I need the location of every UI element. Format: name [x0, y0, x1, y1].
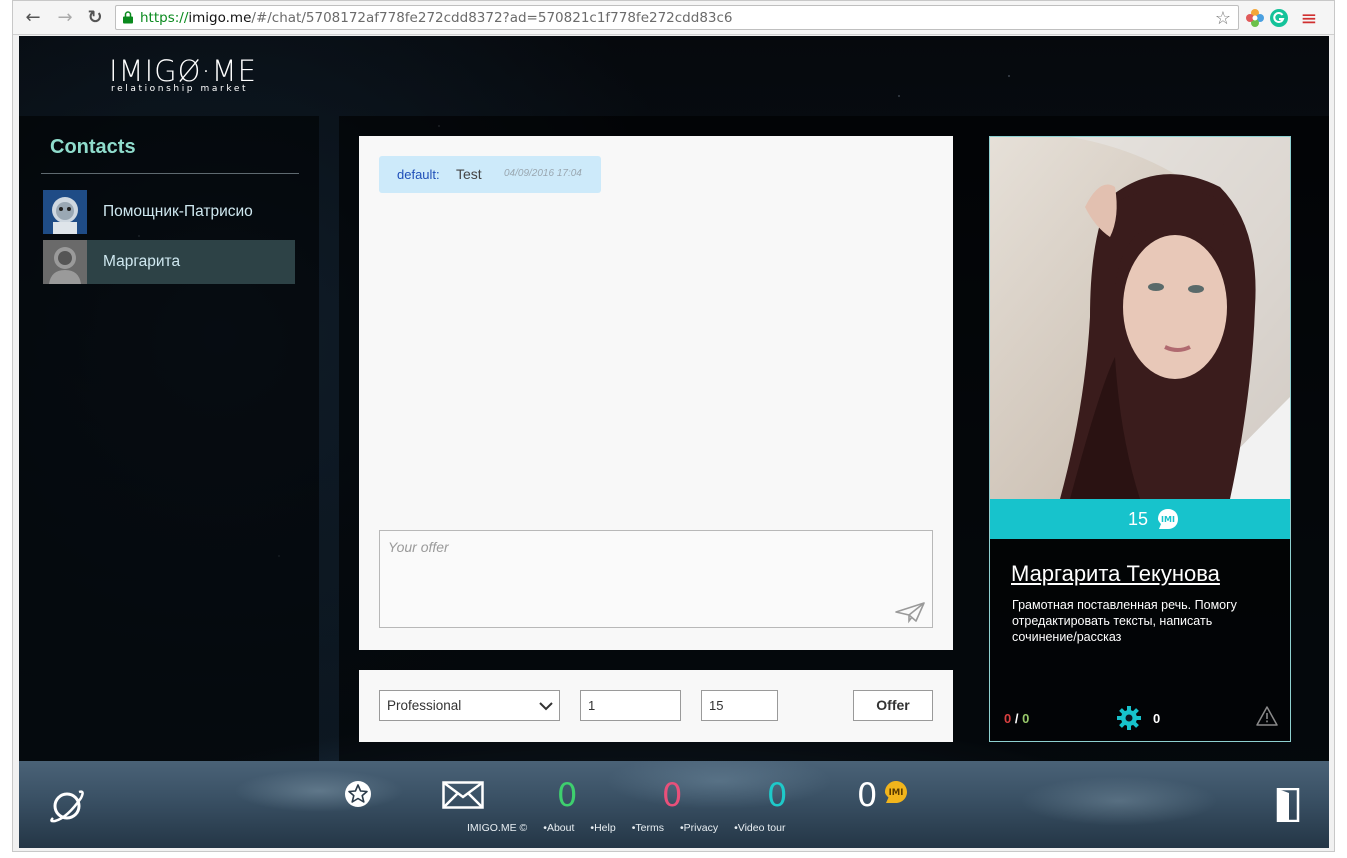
url-host: imigo.me [188, 10, 252, 26]
footer-copyright: IMIGO.ME © [467, 822, 528, 834]
counter-imi-balance[interactable]: 0 [857, 776, 877, 814]
footer-link-terms[interactable]: Terms [635, 822, 664, 834]
counter-green[interactable]: 0 [557, 776, 577, 814]
offer-button[interactable]: Offer [853, 690, 933, 721]
contacts-divider [41, 173, 299, 174]
quantity-field[interactable]: 1 [580, 690, 681, 721]
profile-description: Грамотная поставленная речь. Помогу отре… [1012, 598, 1237, 644]
profile-name-link[interactable]: Маргарита Текунова [1011, 561, 1220, 587]
bookmark-star-icon[interactable]: ☆ [1212, 7, 1234, 29]
lock-icon [123, 11, 133, 24]
rating-positive: 0 [1022, 711, 1030, 726]
footer-link-privacy[interactable]: Privacy [684, 822, 718, 834]
planet-icon[interactable] [47, 786, 87, 826]
send-paper-plane-icon[interactable] [894, 600, 926, 624]
url-path: /#/chat/5708172af778fe272cdd8372?ad=5708… [251, 10, 733, 26]
imigo-app: IMIGØ·ME relationship market Contacts По… [19, 36, 1329, 848]
message-text: Test [456, 166, 482, 182]
contacts-title: Contacts [50, 136, 136, 158]
offer-textarea-wrap [379, 530, 933, 628]
message-sender: default: [397, 167, 440, 182]
browser-window: ← → ↻ https://imigo.me/#/chat/5708172af7… [12, 0, 1335, 852]
category-select[interactable]: Professional [379, 690, 560, 721]
browser-toolbar: ← → ↻ https://imigo.me/#/chat/5708172af7… [13, 1, 1334, 35]
report-warning-icon[interactable] [1256, 706, 1278, 726]
imi-coin-icon: IMI [1158, 509, 1178, 529]
footer-link-help[interactable]: Help [594, 822, 616, 834]
contacts-sidebar: Contacts Помощник-Патрисио Маргарита [19, 116, 319, 761]
footer-links: IMIGO.ME © •About •Help •Terms •Privacy •Vide… [467, 822, 785, 834]
chat-area: default: Test 04/09/2016 17:04 Professio… [339, 116, 1329, 761]
chat-panel: default: Test 04/09/2016 17:04 [359, 136, 953, 650]
flower-extension-icon[interactable] [1245, 8, 1265, 28]
profile-price: 15 [1128, 509, 1149, 529]
star-badge-icon[interactable] [344, 780, 372, 808]
contact-name: Маргарита [103, 253, 181, 270]
logo-wordmark: IMIGØ·ME [109, 54, 257, 88]
footer-bar: 0 0 0 0 IMI IMIGO.ME © •About •Help •Terms •… [19, 761, 1329, 848]
chevron-down-icon [539, 702, 553, 711]
profile-photo[interactable] [990, 137, 1290, 499]
default-astronaut-avatar [43, 240, 87, 284]
mail-icon[interactable] [442, 781, 484, 809]
forward-button[interactable]: → [53, 6, 77, 30]
footer-link-video-tour[interactable]: Video tour [738, 822, 786, 834]
imi-coin-icon: IMI [885, 781, 907, 803]
chat-message: default: Test 04/09/2016 17:04 [379, 156, 601, 193]
svg-text:IMI: IMI [1161, 515, 1175, 524]
astronaut-cat-avatar [43, 190, 87, 234]
category-select-value: Professional [387, 698, 462, 713]
gear-count: 0 [1153, 711, 1161, 726]
profile-card: 15 IMI Маргарита Текунова Грамотная пост… [989, 136, 1291, 742]
rating-separator: / [1011, 711, 1023, 726]
back-button[interactable]: ← [21, 6, 45, 30]
counter-cyan[interactable]: 0 [767, 776, 787, 814]
price-bar: 15 IMI [990, 499, 1290, 539]
rating-stat: 0 / 0 [1004, 711, 1029, 726]
message-timestamp: 04/09/2016 17:04 [504, 168, 582, 179]
svg-text:IMI: IMI [889, 788, 904, 798]
contact-name: Помощник-Патрисио [103, 203, 253, 220]
price-field[interactable]: 15 [701, 690, 778, 721]
footer-link-about[interactable]: About [547, 822, 574, 834]
url-scheme: https:// [140, 10, 189, 26]
url-text[interactable]: https://imigo.me/#/chat/5708172af778fe27… [140, 10, 733, 26]
gear-icon[interactable] [1116, 705, 1142, 731]
offer-bar: Professional 1 15 Offer [359, 670, 953, 742]
offer-textarea[interactable] [380, 531, 932, 627]
reload-button[interactable]: ↻ [83, 6, 107, 30]
logout-door-icon[interactable] [1276, 788, 1300, 822]
counter-pink[interactable]: 0 [662, 776, 682, 814]
contact-item-margarita[interactable]: Маргарита [43, 240, 295, 284]
browser-menu-button[interactable]: ≡ [1297, 6, 1321, 30]
contact-item-patrisio[interactable]: Помощник-Патрисио [43, 190, 295, 234]
logo-tagline: relationship market [111, 84, 249, 94]
imigo-logo[interactable]: IMIGØ·ME relationship market [109, 56, 257, 94]
grammarly-extension-icon[interactable] [1269, 8, 1289, 28]
address-bar[interactable]: https://imigo.me/#/chat/5708172af778fe27… [115, 5, 1239, 30]
